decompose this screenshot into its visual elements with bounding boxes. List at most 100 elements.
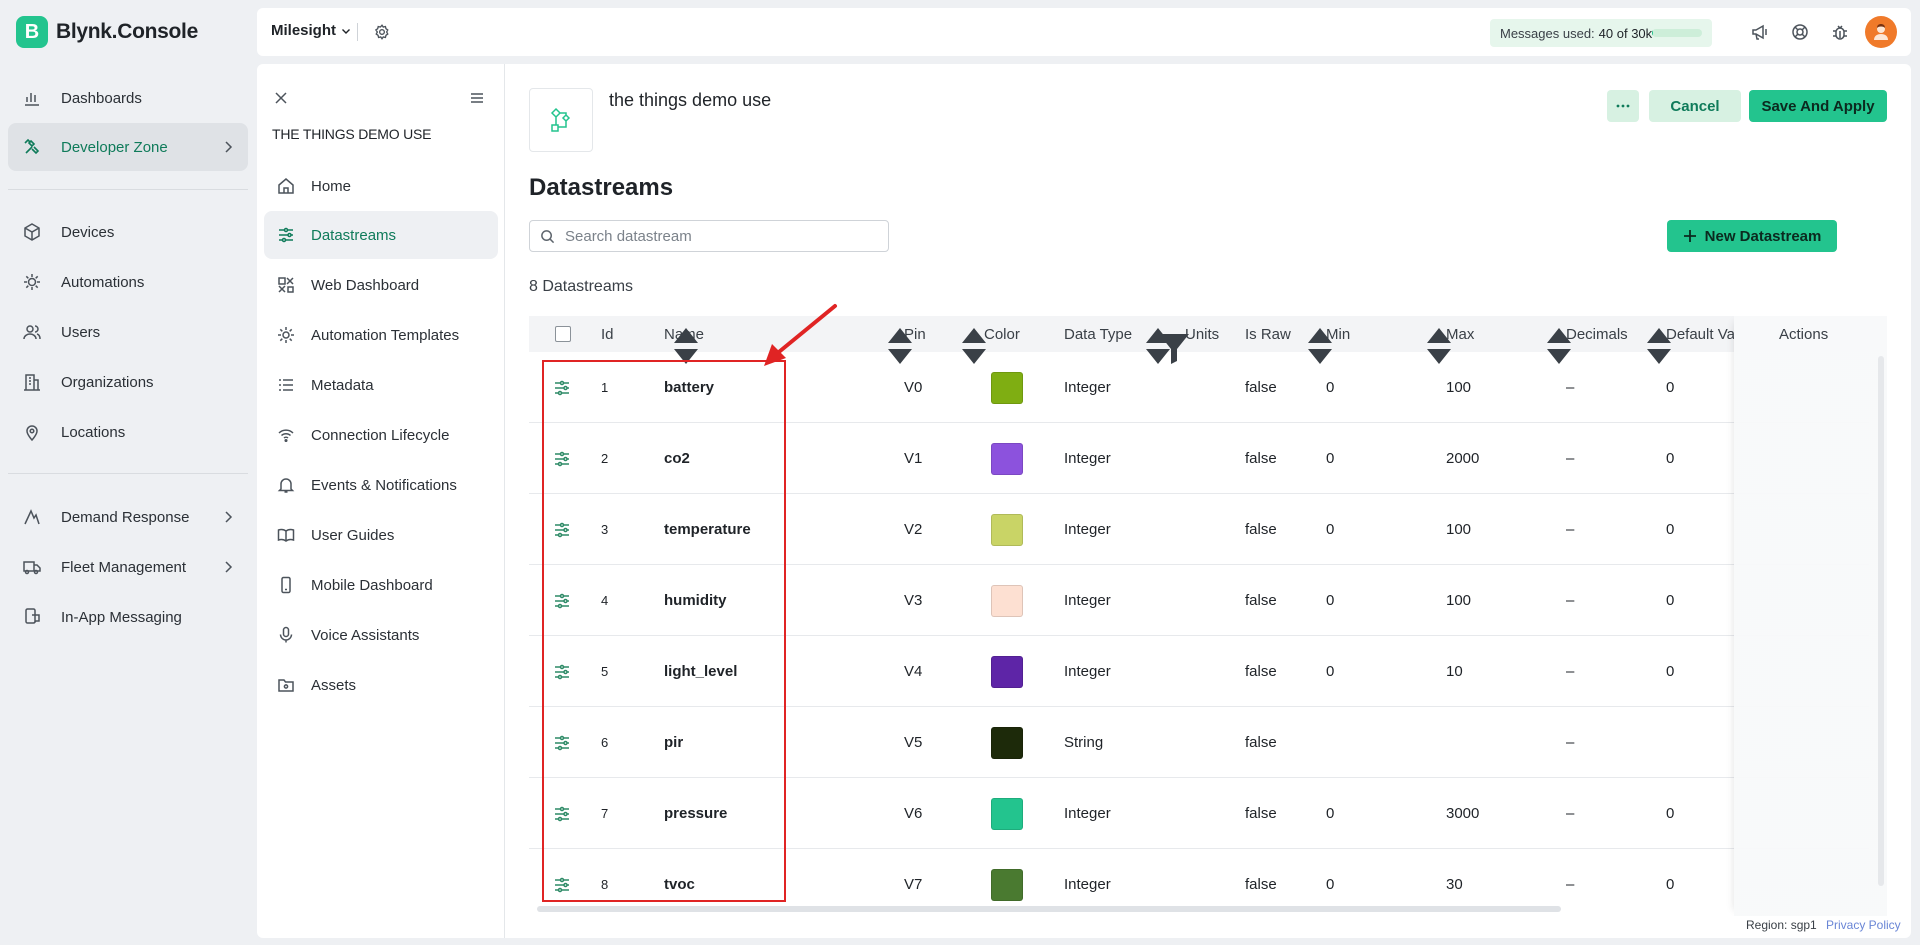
- nav-item-dashboards[interactable]: Dashboards: [8, 74, 248, 122]
- submenu-item-home[interactable]: Home: [264, 162, 498, 210]
- template-submenu: THE THINGS DEMO USE Home Datastreams Web…: [257, 64, 505, 938]
- datastream-icon: [555, 664, 569, 679]
- search-input[interactable]: [565, 227, 865, 245]
- nav-item-devices[interactable]: Devices: [8, 208, 248, 256]
- column-header-name[interactable]: Name: [664, 316, 704, 352]
- cell-drag-handle[interactable]: [553, 636, 571, 707]
- column-header-data-type[interactable]: Data Type: [1064, 316, 1132, 352]
- column-header-default-value[interactable]: Default Va: [1666, 316, 1734, 352]
- gear-icon[interactable]: [373, 23, 391, 41]
- submenu-item-automation-templates[interactable]: Automation Templates: [264, 311, 498, 359]
- phone-icon: [281, 576, 291, 594]
- cell-color: [991, 352, 1023, 423]
- table-row[interactable]: 4 humidity V3 Integer false 0 100 – 0: [529, 565, 1869, 636]
- column-header-is-raw[interactable]: Is Raw: [1245, 316, 1291, 352]
- nav-item-organizations[interactable]: Organizations: [8, 358, 248, 406]
- privacy-policy-link[interactable]: Privacy Policy: [1826, 918, 1901, 932]
- cell-data-type: String: [1064, 734, 1104, 751]
- vertical-scrollbar[interactable]: [1878, 356, 1884, 886]
- submenu-item-events-notifications[interactable]: Events & Notifications: [264, 461, 498, 509]
- cell-drag-handle[interactable]: [553, 707, 571, 778]
- table-row[interactable]: 6 pir V5 String false –: [529, 707, 1869, 778]
- column-header-max[interactable]: Max: [1446, 316, 1474, 352]
- submenu-item-user-guides[interactable]: User Guides: [264, 511, 498, 559]
- submenu-item-connection-lifecycle[interactable]: Connection Lifecycle: [264, 411, 498, 459]
- submenu-item-metadata[interactable]: Metadata: [264, 361, 498, 409]
- nav-item-locations[interactable]: Locations: [8, 408, 248, 456]
- horizontal-scrollbar[interactable]: [537, 906, 1561, 912]
- cell-drag-handle[interactable]: [553, 494, 571, 565]
- table-row[interactable]: 7 pressure V6 Integer false 0 3000 – 0: [529, 778, 1869, 849]
- help-lifebuoy-icon[interactable]: [1790, 22, 1810, 42]
- cell-max: 100: [1446, 592, 1472, 609]
- brand[interactable]: B Blynk.Console: [16, 16, 198, 48]
- org-switcher[interactable]: Milesight: [271, 22, 352, 39]
- nav-item-developer-zone[interactable]: Developer Zone: [8, 123, 248, 171]
- column-header-units[interactable]: Units: [1185, 316, 1219, 352]
- table-row[interactable]: 3 temperature V2 Integer false 0 100 – 0: [529, 494, 1869, 565]
- cell-max: 2000: [1446, 450, 1480, 467]
- cell-drag-handle[interactable]: [553, 778, 571, 849]
- table-row[interactable]: 2 co2 V1 Integer false 0 2000 – 0: [529, 423, 1869, 494]
- search-box[interactable]: [529, 220, 889, 252]
- nav-item-label: Dashboards: [61, 89, 142, 107]
- nav-item-users[interactable]: Users: [8, 308, 248, 356]
- lightning-icon: [24, 509, 40, 525]
- table-row[interactable]: 1 battery V0 Integer false 0 100 – 0: [529, 352, 1869, 423]
- cell-decimals: –: [1566, 450, 1575, 467]
- nav-divider: [8, 473, 248, 474]
- submenu-item-assets[interactable]: Assets: [264, 661, 498, 709]
- submenu-item-label: Home: [311, 177, 352, 195]
- cell-name: pressure: [664, 805, 728, 822]
- datastream-icon: [555, 522, 569, 537]
- cell-data-type: Integer: [1064, 521, 1111, 538]
- submenu-item-datastreams[interactable]: Datastreams: [264, 211, 498, 259]
- cell-data-type: Integer: [1064, 663, 1111, 680]
- cancel-button[interactable]: Cancel: [1649, 90, 1741, 122]
- column-header-color[interactable]: Color: [984, 316, 1020, 352]
- cell-drag-handle[interactable]: [553, 565, 571, 636]
- messages-used-badge[interactable]: Messages used: 40 of 30k: [1490, 19, 1712, 47]
- cell-color: [991, 565, 1023, 636]
- nav-item-automations[interactable]: Automations: [8, 258, 248, 306]
- nav-item-fleet-management[interactable]: Fleet Management: [8, 543, 248, 591]
- cube-icon: [24, 223, 40, 241]
- cell-drag-handle[interactable]: [553, 423, 571, 494]
- more-options-button[interactable]: [1607, 90, 1639, 122]
- submenu-item-label: Connection Lifecycle: [311, 426, 450, 444]
- template-title-upper: THE THINGS DEMO USE: [272, 126, 432, 142]
- column-header-pin[interactable]: Pin: [904, 316, 926, 352]
- column-header-decimals[interactable]: Decimals: [1566, 316, 1628, 352]
- nav-item-demand-response[interactable]: Demand Response: [8, 493, 248, 541]
- submenu-item-web-dashboard[interactable]: Web Dashboard: [264, 261, 498, 309]
- save-and-apply-button[interactable]: Save And Apply: [1749, 90, 1887, 122]
- pin-icon: [26, 425, 38, 442]
- nav-item-in-app-messaging[interactable]: In-App Messaging: [8, 593, 248, 641]
- column-header-label: Actions: [1779, 325, 1829, 343]
- messages-used-label: Messages used:: [1500, 25, 1595, 41]
- submenu-item-voice-assistants[interactable]: Voice Assistants: [264, 611, 498, 659]
- nav-item-label: Demand Response: [61, 508, 190, 526]
- column-header-id[interactable]: Id: [601, 316, 614, 352]
- cell-drag-handle[interactable]: [553, 352, 571, 423]
- close-icon[interactable]: [273, 90, 289, 106]
- tools-icon: [24, 138, 40, 155]
- select-all-checkbox[interactable]: [555, 326, 571, 342]
- cell-color: [991, 636, 1023, 707]
- chevron-right-icon: [225, 511, 233, 523]
- bug-icon[interactable]: [1830, 22, 1850, 42]
- cell-is-raw: false: [1245, 450, 1277, 467]
- user-avatar[interactable]: [1865, 16, 1897, 48]
- megaphone-icon[interactable]: [1750, 22, 1770, 42]
- submenu-item-mobile-dashboard[interactable]: Mobile Dashboard: [264, 561, 498, 609]
- column-header-label: Color: [984, 325, 1020, 343]
- column-header-min[interactable]: Min: [1326, 316, 1350, 352]
- cell-color: [991, 494, 1023, 565]
- select-all-cell[interactable]: [555, 316, 571, 352]
- hamburger-menu-icon[interactable]: [469, 90, 485, 106]
- new-datastream-button[interactable]: New Datastream: [1667, 220, 1837, 252]
- submenu-item-label: Assets: [311, 676, 357, 694]
- cell-color: [991, 423, 1023, 494]
- table-row[interactable]: 5 light_level V4 Integer false 0 10 – 0: [529, 636, 1869, 707]
- template-image[interactable]: [529, 88, 593, 152]
